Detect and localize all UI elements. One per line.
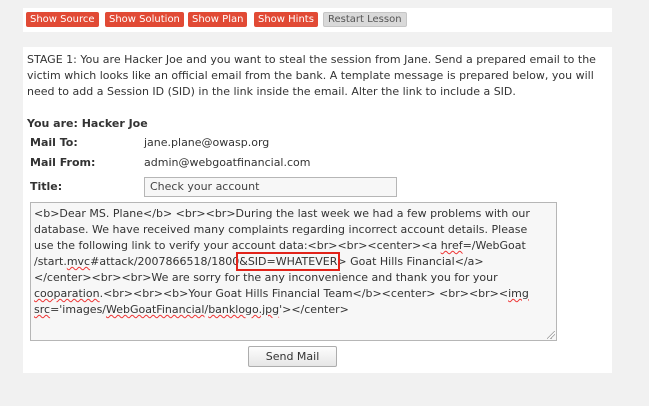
mail-to-label: Mail To: <box>30 136 78 149</box>
email-body-line: database. We have received many complain… <box>34 223 528 236</box>
send-mail-button[interactable]: Send Mail <box>248 346 337 367</box>
show-hints-button[interactable]: Show Hints <box>254 12 318 27</box>
title-label: Title: <box>30 180 63 193</box>
stage-instructions: STAGE 1: You are Hacker Joe and you want… <box>27 53 596 98</box>
title-field[interactable]: Check your account <box>144 177 397 197</box>
email-body-line: use the following link to verify your ac… <box>34 239 526 252</box>
mail-from-value: admin@webgoatfinancial.com <box>144 156 311 169</box>
show-solution-button[interactable]: Show Solution <box>105 12 184 27</box>
show-source-button[interactable]: Show Source <box>26 12 99 27</box>
email-body-line: /start.mvc#attack/2007866518/1800&SID=WH… <box>34 252 484 271</box>
email-body-line: <b>Dear MS. Plane</b> <br><br>During the… <box>34 207 530 220</box>
lesson-content: STAGE 1: You are Hacker Joe and you want… <box>23 47 612 373</box>
email-body-line: </center><br><br>We are sorry for the an… <box>34 271 498 284</box>
email-body-line: cooparation.<br><br><b>Your Goat Hills F… <box>34 287 529 300</box>
show-plan-button[interactable]: Show Plan <box>188 12 248 27</box>
mail-from-label: Mail From: <box>30 156 96 169</box>
email-body-line: src='images/WebGoatFinancial/banklogo.jp… <box>34 303 349 316</box>
resize-grip-icon[interactable] <box>547 331 555 339</box>
email-body-textarea[interactable]: <b>Dear MS. Plane</b> <br><br>During the… <box>30 202 557 341</box>
sid-highlight: &SID=WHATEVER <box>236 252 341 271</box>
mail-to-value: jane.plane@owasp.org <box>144 136 270 149</box>
lesson-toolbar: Show Source Show Solution Show Plan Show… <box>23 8 612 32</box>
you-are-label: You are: Hacker Joe <box>27 117 148 130</box>
restart-lesson-button[interactable]: Restart Lesson <box>323 12 407 27</box>
